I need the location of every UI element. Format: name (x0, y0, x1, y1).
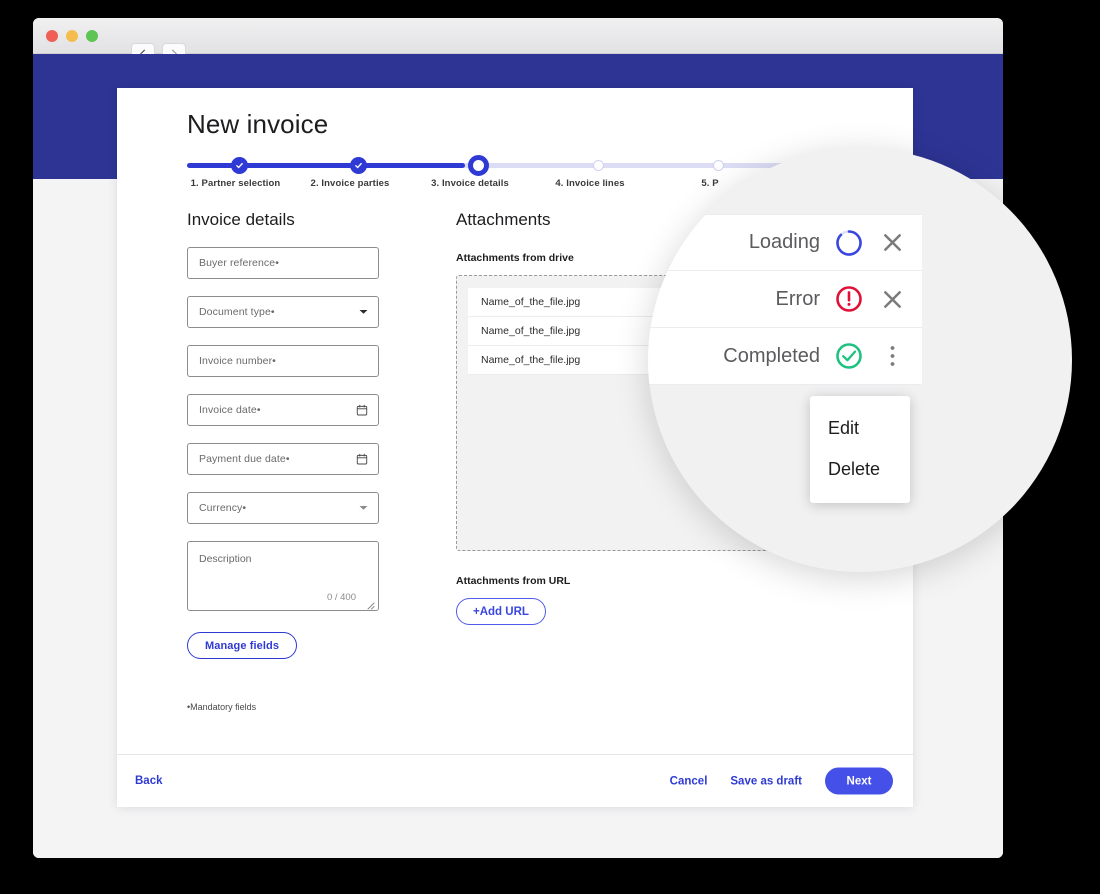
stepper-label-5: 5. P (701, 178, 718, 189)
next-button[interactable]: Next (825, 768, 893, 795)
magnifier-overlay: Loading Error (648, 148, 1072, 572)
stepper-label-2: 2. Invoice parties (311, 178, 390, 189)
attachment-status-label: Error (776, 288, 820, 311)
close-icon[interactable] (878, 284, 906, 314)
attachment-status-label: Loading (749, 231, 820, 254)
payment-due-date-field[interactable]: Payment due date• (187, 443, 379, 475)
document-type-select[interactable]: Document type• (187, 296, 379, 328)
close-icon[interactable] (878, 228, 906, 258)
stepper-label-3: 3. Invoice details (431, 178, 509, 189)
more-vertical-icon[interactable] (878, 341, 906, 371)
buyer-reference-placeholder: Buyer reference• (199, 257, 279, 269)
calendar-icon[interactable] (356, 404, 368, 416)
attachment-row-error[interactable]: Error (648, 271, 922, 328)
mandatory-fields-note: •Mandatory fields (187, 702, 379, 712)
save-as-draft-button[interactable]: Save as draft (730, 775, 802, 787)
attachment-file-name: Name_of_the_file.jpg (481, 296, 580, 308)
check-icon (354, 161, 363, 170)
description-textarea[interactable]: Description 0 / 400 (187, 541, 379, 611)
error-alert-icon (834, 284, 864, 314)
document-type-placeholder: Document type• (199, 306, 275, 318)
description-char-counter: 0 / 400 (327, 592, 356, 603)
attachment-file-name: Name_of_the_file.jpg (481, 325, 580, 337)
invoice-date-placeholder: Invoice date• (199, 404, 261, 416)
add-url-button[interactable]: +Add URL (456, 598, 546, 625)
step-node-current (468, 155, 489, 176)
attachment-row-loading[interactable]: Loading (648, 214, 922, 271)
invoice-number-placeholder: Invoice number• (199, 355, 276, 367)
attachment-file-name: Name_of_the_file.jpg (481, 354, 580, 366)
check-icon (235, 161, 244, 170)
loading-spinner-icon (834, 228, 864, 258)
attachment-context-menu: Edit Delete (810, 396, 910, 503)
currency-placeholder: Currency• (199, 502, 246, 514)
chevron-down-icon (359, 309, 368, 315)
attachment-row-completed[interactable]: Completed (648, 328, 922, 385)
payment-due-date-placeholder: Payment due date• (199, 453, 290, 465)
manage-fields-button[interactable]: Manage fields (187, 632, 297, 659)
footer-actions: Cancel Save as draft Next (670, 768, 893, 795)
card-footer: Back Cancel Save as draft Next (117, 754, 913, 807)
success-check-icon (834, 341, 864, 371)
step-node-todo (713, 160, 724, 171)
stepper-label-1: 1. Partner selection (191, 178, 281, 189)
invoice-details-heading: Invoice details (187, 210, 379, 230)
attachment-status-label: Completed (723, 345, 820, 368)
traffic-light-controls (46, 30, 98, 42)
browser-titlebar (33, 18, 1003, 54)
maximize-window-button[interactable] (86, 30, 98, 42)
currency-select[interactable]: Currency• (187, 492, 379, 524)
step-node-done (350, 157, 367, 174)
minimize-window-button[interactable] (66, 30, 78, 42)
resize-grip-icon[interactable] (365, 597, 375, 607)
close-window-button[interactable] (46, 30, 58, 42)
page-title: New invoice (187, 109, 328, 140)
menu-item-delete[interactable]: Delete (828, 459, 880, 480)
stepper-label-4: 4. Invoice lines (555, 178, 624, 189)
invoice-number-field[interactable]: Invoice number• (187, 345, 379, 377)
invoice-date-field[interactable]: Invoice date• (187, 394, 379, 426)
cancel-button[interactable]: Cancel (670, 775, 708, 787)
buyer-reference-field[interactable]: Buyer reference• (187, 247, 379, 279)
description-placeholder: Description (199, 553, 252, 565)
step-node-todo (593, 160, 604, 171)
attachments-from-url-label: Attachments from URL (456, 575, 876, 587)
calendar-icon[interactable] (356, 453, 368, 465)
step-node-done (231, 157, 248, 174)
stepper-track-fill (187, 163, 465, 168)
invoice-details-column: Invoice details Buyer reference• Documen… (187, 210, 379, 712)
menu-item-edit[interactable]: Edit (828, 418, 859, 439)
chevron-down-icon (359, 505, 368, 511)
magnified-attachment-rows: Loading Error (648, 214, 922, 385)
back-button[interactable]: Back (135, 775, 163, 787)
